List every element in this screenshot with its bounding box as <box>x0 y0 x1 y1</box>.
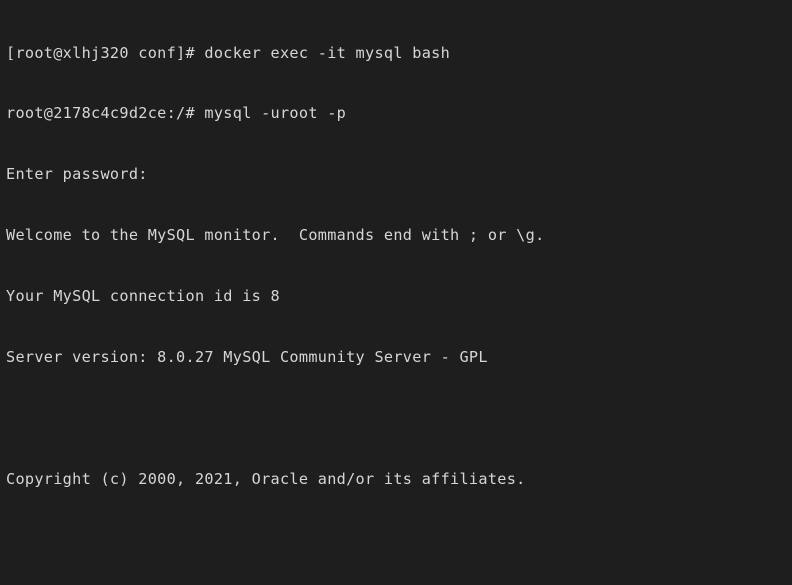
terminal-line-connection-id: Your MySQL connection id is 8 <box>6 287 280 306</box>
terminal-line-password-prompt: Enter password: <box>6 165 148 184</box>
terminal-line-docker-exec: [root@xlhj320 conf]# docker exec -it mys… <box>6 43 451 62</box>
terminal-blank-line-2 <box>6 530 792 550</box>
terminal-line-mysql-login: root@2178c4c9d2ce:/# mysql -uroot -p <box>6 104 347 123</box>
terminal-line-welcome: Welcome to the MySQL monitor. Commands e… <box>6 226 545 245</box>
terminal-blank-line-1 <box>6 408 792 428</box>
terminal-line-copyright: Copyright (c) 2000, 2021, Oracle and/or … <box>6 469 526 488</box>
terminal-line-server-version: Server version: 8.0.27 MySQL Community S… <box>6 348 488 367</box>
terminal-window[interactable]: [root@xlhj320 conf]# docker exec -it mys… <box>0 0 792 585</box>
